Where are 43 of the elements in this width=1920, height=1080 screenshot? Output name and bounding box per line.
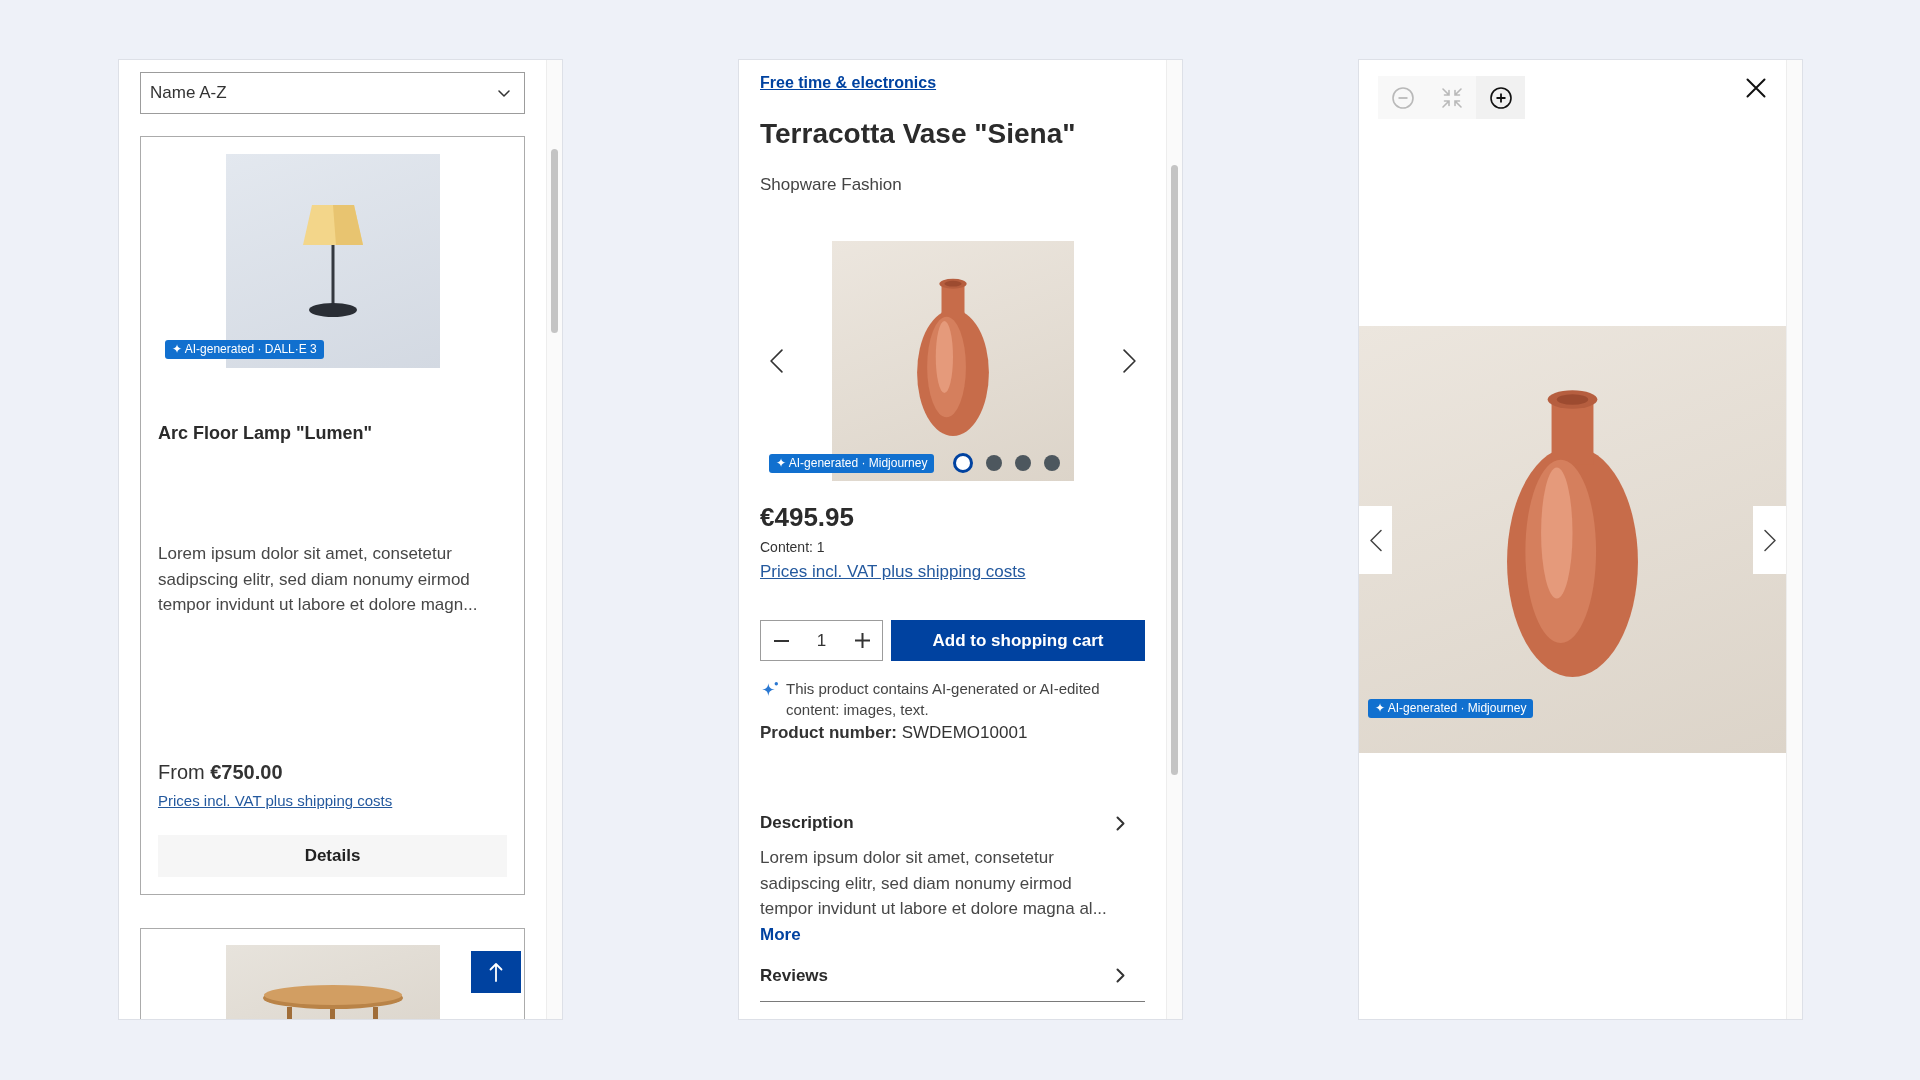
tax-info-link[interactable]: Prices incl. VAT plus shipping costs <box>760 561 1026 583</box>
breadcrumb-link[interactable]: Free time & electronics <box>760 73 937 93</box>
close-icon <box>1746 78 1766 98</box>
sparkle-icon <box>762 682 778 696</box>
add-to-cart-button[interactable]: Add to shopping cart <box>891 620 1145 661</box>
ai-content-notice: This product contains AI-generated or AI-edited content: images, text. <box>786 679 1101 720</box>
chevron-right-icon <box>1116 968 1125 984</box>
product-title: Terracotta Vase "Siena" <box>760 117 1077 151</box>
tax-info-link[interactable]: Prices incl. VAT plus shipping costs <box>158 791 393 812</box>
manufacturer-name: Shopware Fashion <box>760 174 903 196</box>
section-header[interactable]: Description <box>760 812 1145 834</box>
section-header[interactable]: Reviews <box>760 964 1145 987</box>
collapse-arrows-icon <box>1440 86 1463 109</box>
chevron-down-icon <box>498 89 510 97</box>
ai-badge: ✦ AI-generated · DALL·E 3 <box>165 340 324 359</box>
quantity-stepper[interactable]: 1 <box>760 620 883 661</box>
plus-icon <box>854 633 870 648</box>
ai-badge: ✦ AI-generated · Midjourney <box>769 454 935 473</box>
chevron-right-icon <box>1122 349 1136 373</box>
product-price: From €750.00 <box>158 760 284 786</box>
product-price: €495.95 <box>760 501 855 533</box>
zoom-out-icon <box>1391 86 1414 109</box>
chevron-right-icon <box>1763 528 1776 552</box>
details-button[interactable]: Details <box>158 835 507 878</box>
chevron-left-icon <box>769 349 783 373</box>
product-description: Lorem ipsum dolor sit amet, consetetur sadipscing elitr, sed diam nonumy eirmod tempor invidunt ut labore et dolore magn... <box>158 543 479 617</box>
more-link[interactable]: More <box>760 922 801 948</box>
zoom-in-icon <box>1489 86 1512 109</box>
arrow-up-icon <box>489 962 503 982</box>
chevron-left-icon <box>1369 528 1382 552</box>
scrollbar-thumb[interactable] <box>1171 165 1178 775</box>
section-description-text: Lorem ipsum dolor sit amet, consetetur sadipscing elitr, sed diam nonumy eirmod tempor invidunt ut labore et dolore magna al... <box>760 847 1108 921</box>
scroll-to-top-button[interactable] <box>471 951 521 993</box>
scrollbar-thumb[interactable] <box>551 149 558 333</box>
quantity-field[interactable]: 1 <box>801 628 842 653</box>
product-name: Arc Floor Lamp "Lumen" <box>158 422 374 445</box>
content-info: Content: 1 <box>760 538 826 556</box>
chevron-right-icon <box>1116 815 1125 831</box>
zoom-in-button[interactable] <box>1476 76 1525 119</box>
minus-icon <box>773 639 789 642</box>
ai-badge: ✦ AI-generated · Midjourney <box>1368 699 1534 718</box>
sort-dropdown[interactable]: Name A-Z <box>140 72 525 114</box>
product-number: Product number: SWDEMO10001 <box>760 722 1029 744</box>
